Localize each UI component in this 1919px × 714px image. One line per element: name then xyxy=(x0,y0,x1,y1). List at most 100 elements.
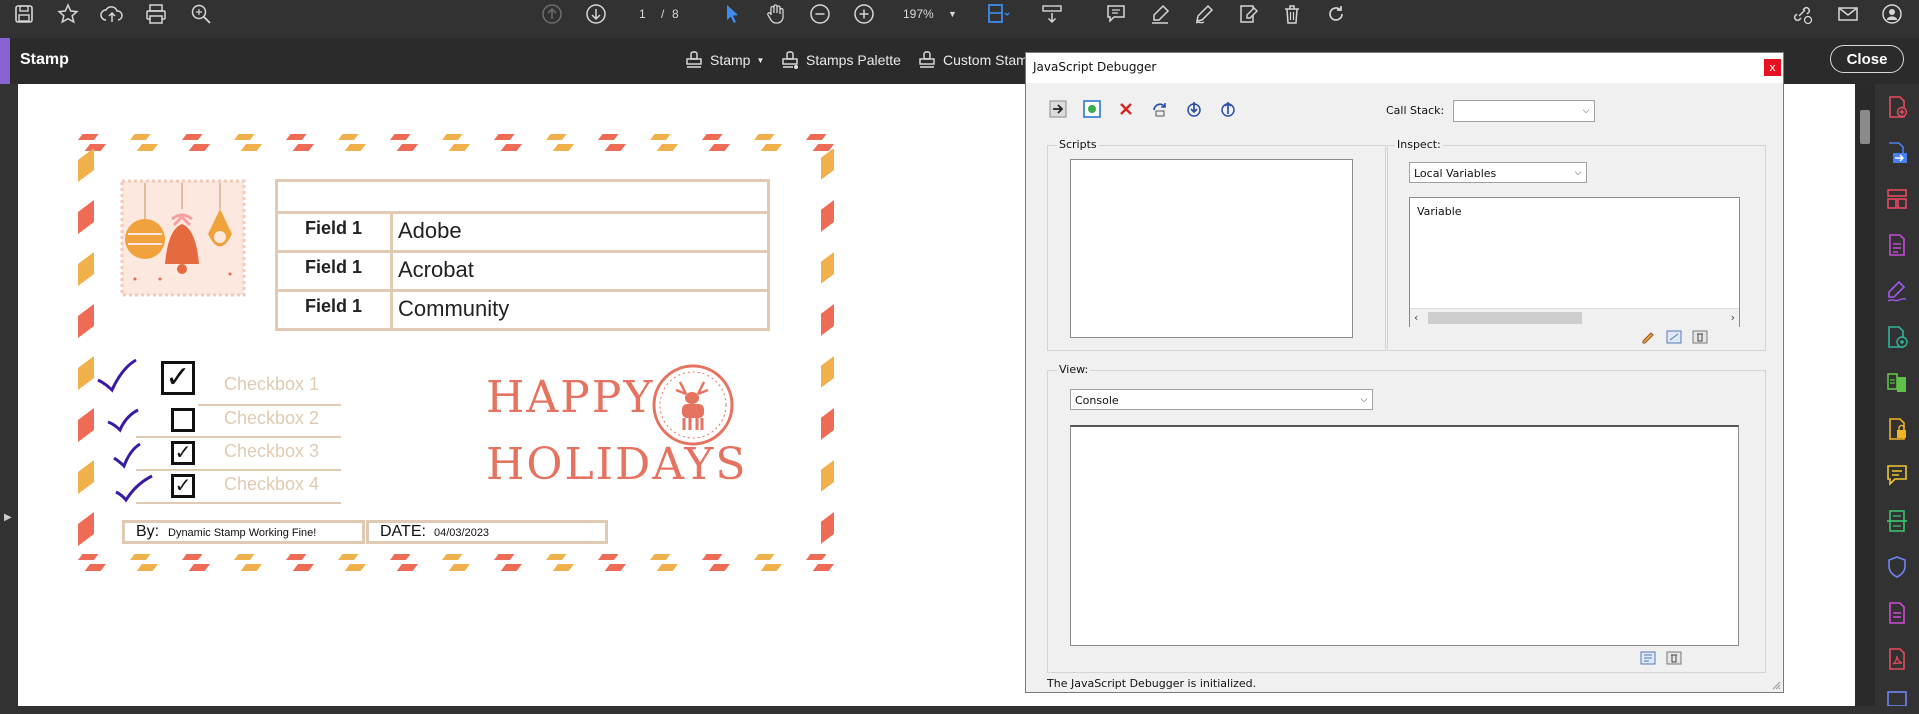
field-value-3[interactable]: Community xyxy=(398,296,509,322)
resume-arrow-icon xyxy=(1049,100,1067,118)
view-select[interactable]: Console ⌵ xyxy=(1070,389,1373,410)
scrollbar-thumb[interactable] xyxy=(1860,110,1870,144)
by-value[interactable]: Dynamic Stamp Working Fine! xyxy=(168,527,316,539)
chevron-down-icon: ⌵ xyxy=(1582,106,1590,116)
zoom-in-icon[interactable] xyxy=(852,2,876,26)
checkbox-2[interactable] xyxy=(171,408,195,432)
share-link-icon[interactable] xyxy=(1790,2,1814,26)
break-button[interactable] xyxy=(1082,99,1102,119)
step-out-button[interactable] xyxy=(1218,99,1238,119)
highlight-icon[interactable] xyxy=(1148,2,1172,26)
checkbox-1[interactable]: ✓ xyxy=(161,361,195,395)
main-toolbar: 1 / 8 197% ▼ xyxy=(0,0,1919,30)
protect-file-icon[interactable] xyxy=(1885,417,1909,441)
protect-shield-icon[interactable] xyxy=(1885,555,1909,579)
compare-files-icon[interactable] xyxy=(1885,371,1909,395)
delete-trash-icon[interactable] xyxy=(1280,2,1304,26)
zoom-search-icon[interactable] xyxy=(189,2,213,26)
comment-icon[interactable] xyxy=(1104,2,1128,26)
reindeer-emblem-icon xyxy=(652,364,734,446)
hand-tool-icon[interactable] xyxy=(764,2,788,26)
console-output[interactable] xyxy=(1070,425,1739,646)
field-value-1[interactable]: Adobe xyxy=(398,218,462,244)
more-tools-page-icon[interactable] xyxy=(1885,601,1909,625)
star-icon[interactable] xyxy=(56,2,80,26)
fill-sign-rail-icon[interactable] xyxy=(1885,279,1909,303)
more-tools-icon[interactable] xyxy=(1885,690,1909,714)
quit-button[interactable] xyxy=(1116,99,1136,119)
field-value-2[interactable]: Acrobat xyxy=(398,257,474,283)
edit-variable-button[interactable] xyxy=(1640,329,1656,344)
custom-stamp-button[interactable]: Custom Stam xyxy=(917,50,1028,70)
stamp-menu-button[interactable]: Stamp ▼ xyxy=(684,50,764,70)
fill-sign-icon[interactable] xyxy=(1236,2,1260,26)
call-stack-select[interactable]: ⌵ xyxy=(1453,100,1595,122)
upload-cloud-icon[interactable] xyxy=(100,2,124,26)
close-tool-button[interactable]: Close xyxy=(1830,45,1904,73)
inspect-select[interactable]: Local Variables ⌵ xyxy=(1409,162,1587,183)
date-label: DATE: xyxy=(380,523,426,540)
watch-variable-button[interactable] xyxy=(1666,329,1682,344)
checkbox-4[interactable]: ✓ xyxy=(171,474,195,498)
ornament-postage-stamp xyxy=(120,179,246,297)
step-over-icon xyxy=(1153,103,1166,117)
scripts-label: Scripts xyxy=(1057,138,1099,151)
acrobat-pdf-icon[interactable] xyxy=(1885,647,1909,671)
checkbox-1-label: Checkbox 1 xyxy=(224,374,320,394)
page-total: 8 xyxy=(672,7,679,21)
greeting-happy: HAPPY xyxy=(486,372,655,423)
date-value[interactable]: 04/03/2023 xyxy=(434,527,489,539)
account-icon[interactable] xyxy=(1880,2,1904,26)
organize-pages-icon[interactable] xyxy=(1885,187,1909,211)
print-icon[interactable] xyxy=(144,2,168,26)
step-over-button[interactable] xyxy=(1150,99,1170,119)
dialog-close-button[interactable]: x xyxy=(1764,59,1781,76)
page-number-input[interactable]: 1 xyxy=(639,7,646,21)
checkbox-4-label: Checkbox 4 xyxy=(224,474,320,494)
resize-grip-icon[interactable] xyxy=(1771,680,1781,690)
call-stack-label: Call Stack: xyxy=(1386,104,1445,117)
dialog-title-bar[interactable]: JavaScript Debugger x xyxy=(1026,53,1783,83)
trash-icon xyxy=(1692,330,1708,344)
zoom-level-select[interactable]: 197% xyxy=(903,7,934,21)
delete-variable-button[interactable] xyxy=(1692,329,1708,344)
save-icon[interactable] xyxy=(12,2,36,26)
vertical-scrollbar[interactable] xyxy=(1855,84,1875,706)
stamps-palette-button[interactable]: Stamps Palette xyxy=(780,50,901,70)
page-display-icon[interactable] xyxy=(986,2,1010,26)
next-page-icon[interactable] xyxy=(584,2,608,26)
request-signature-icon[interactable] xyxy=(1885,325,1909,349)
export-pdf-icon[interactable] xyxy=(1885,141,1909,165)
step-into-button[interactable] xyxy=(1184,99,1204,119)
scroll-right-icon[interactable]: › xyxy=(1731,311,1735,324)
chevron-down-icon: ▼ xyxy=(756,55,765,65)
edit-pdf-icon[interactable] xyxy=(1885,233,1909,257)
variable-list[interactable]: Variable ‹ › xyxy=(1409,197,1740,327)
tool-title: Stamp xyxy=(20,51,69,68)
console-clear-text-button[interactable] xyxy=(1640,650,1656,665)
previous-page-icon[interactable] xyxy=(540,2,564,26)
scroll-mode-icon[interactable] xyxy=(1040,2,1064,26)
custom-stamp-label: Custom Stam xyxy=(943,52,1028,68)
checkbox-3[interactable]: ✓ xyxy=(171,441,195,465)
scroll-left-icon[interactable]: ‹ xyxy=(1414,311,1418,324)
zoom-dropdown-icon[interactable]: ▼ xyxy=(948,9,957,19)
draw-pen-icon[interactable] xyxy=(1192,2,1216,26)
break-icon xyxy=(1083,100,1101,118)
horizontal-scroll-thumb[interactable] xyxy=(1428,312,1582,324)
select-cursor-icon[interactable] xyxy=(720,2,744,26)
resume-button[interactable] xyxy=(1048,99,1068,119)
console-delete-button[interactable] xyxy=(1666,650,1682,665)
email-icon[interactable] xyxy=(1836,2,1860,26)
chevron-down-icon: ⌵ xyxy=(1574,167,1582,178)
left-panel-strip: ▶ xyxy=(0,84,18,706)
create-pdf-icon[interactable] xyxy=(1885,95,1909,119)
scripts-list[interactable] xyxy=(1070,159,1353,338)
horizontal-scrollbar[interactable]: ‹ › xyxy=(1410,308,1739,327)
stamps-palette-label: Stamps Palette xyxy=(806,52,901,68)
comment-rail-icon[interactable] xyxy=(1885,463,1909,487)
scan-ocr-icon[interactable] xyxy=(1885,509,1909,533)
redo-rotate-icon[interactable] xyxy=(1324,2,1348,26)
zoom-out-icon[interactable] xyxy=(808,2,832,26)
expand-left-panel-icon[interactable]: ▶ xyxy=(4,512,12,523)
